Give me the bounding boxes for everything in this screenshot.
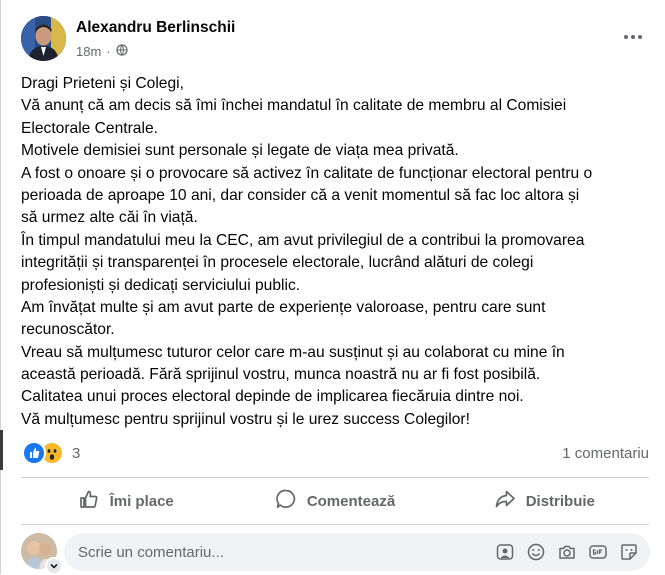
author-name[interactable]: Alexandru Berlinschii bbox=[76, 19, 235, 37]
camera-icon[interactable] bbox=[556, 541, 578, 563]
post-line: Vă anunț că am decis să îmi închei manda… bbox=[21, 97, 567, 115]
post-line: integrității și transparenței în procese… bbox=[21, 254, 534, 272]
like-button-label: Îmi place bbox=[109, 492, 174, 510]
post-line: A fost o onoare și o provocare să active… bbox=[21, 164, 593, 182]
avatar-sticker-icon[interactable] bbox=[494, 541, 516, 563]
feed-left-border bbox=[0, 0, 1, 574]
post-line: această perioadă. Fără sprijinul vostru,… bbox=[21, 366, 541, 384]
post-line: recunoscător. bbox=[21, 321, 115, 339]
separator-dot: · bbox=[106, 44, 111, 59]
reactions-summary[interactable]: 3 bbox=[22, 441, 80, 465]
share-arrow-icon bbox=[494, 488, 516, 514]
comment-bubble-icon bbox=[275, 488, 297, 514]
emoji-icon[interactable] bbox=[525, 541, 547, 563]
share-button[interactable]: Distribuie bbox=[440, 482, 649, 520]
post-line: profesioniști și dedicați serviciului pu… bbox=[21, 276, 301, 294]
post-line: Vă mulțumesc pentru sprijinul vostru și … bbox=[21, 410, 470, 428]
post-header: Alexandru Berlinschii 18m · bbox=[21, 16, 651, 64]
sticker-icon[interactable] bbox=[618, 541, 640, 563]
post-line: Vreau să mulțumesc tuturor celor care m-… bbox=[21, 343, 565, 361]
comment-button-label: Comentează bbox=[306, 492, 396, 510]
share-button-label: Distribuie bbox=[525, 492, 595, 510]
post-body: Dragi Prieteni și Colegi, Vă anunț că am… bbox=[21, 73, 651, 431]
post-line: Am învățat multe și am avut parte de exp… bbox=[21, 298, 546, 316]
like-button[interactable]: Îmi place bbox=[21, 482, 230, 520]
post-line: Electorale Centrale. bbox=[21, 119, 158, 137]
more-options-button[interactable] bbox=[615, 22, 651, 52]
globe-icon[interactable] bbox=[116, 44, 128, 59]
comment-input-placeholder[interactable]: Scrie un comentariu... bbox=[78, 544, 494, 561]
comment-input[interactable]: Scrie un comentariu... bbox=[64, 533, 650, 571]
like-reaction-icon bbox=[22, 441, 46, 465]
reaction-count: 3 bbox=[72, 444, 81, 462]
post-line: Motivele demisiei sunt personale și lega… bbox=[21, 142, 459, 160]
thumbs-up-icon bbox=[78, 488, 100, 514]
feed-left-scroll-indicator bbox=[0, 430, 3, 470]
divider bbox=[21, 524, 649, 525]
comment-button[interactable]: Comentează bbox=[230, 482, 439, 520]
divider bbox=[21, 477, 649, 478]
more-options-icon bbox=[624, 35, 628, 39]
post-timestamp[interactable]: 18m bbox=[76, 44, 101, 59]
post-line: În timpul mandatului meu la CEC, am avut… bbox=[21, 231, 585, 249]
chevron-down-icon[interactable] bbox=[45, 557, 63, 575]
post-line: perioada de aproape 10 ani, dar consider… bbox=[21, 186, 580, 204]
gif-icon[interactable] bbox=[587, 541, 609, 563]
post-meta: 18m · bbox=[76, 44, 128, 59]
post-line: Calitatea unui proces electoral depinde … bbox=[21, 388, 524, 406]
post-actions: Îmi place Comentează Distribuie bbox=[21, 482, 649, 520]
comment-tools bbox=[494, 541, 640, 563]
author-avatar[interactable] bbox=[21, 16, 66, 61]
comment-count-link[interactable]: 1 comentariu bbox=[562, 445, 649, 462]
post-line: Dragi Prieteni și Colegi, bbox=[21, 75, 184, 92]
post-line: să urmez alte căi în viață. bbox=[21, 209, 198, 227]
